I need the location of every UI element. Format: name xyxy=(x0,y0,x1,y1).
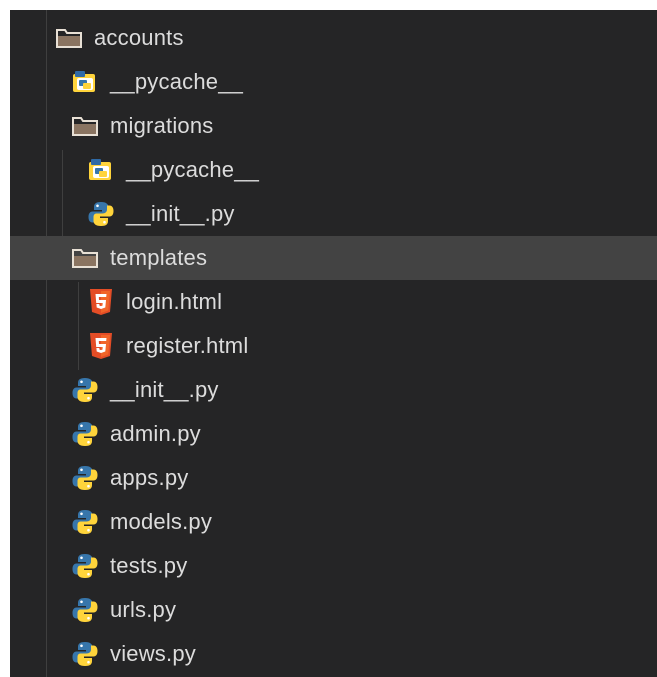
tree-item-apps[interactable]: apps.py xyxy=(10,456,657,500)
tree-item-accounts[interactable]: accounts xyxy=(10,16,657,60)
html5-icon xyxy=(86,331,116,361)
tree-item-label: __pycache__ xyxy=(126,157,260,182)
html5-icon xyxy=(86,287,116,317)
python-icon xyxy=(70,375,100,405)
python-icon xyxy=(70,595,100,625)
tree-item-register-html[interactable]: register.html xyxy=(10,324,657,368)
python-icon xyxy=(70,463,100,493)
tree-item-init[interactable]: __init__.py xyxy=(10,368,657,412)
file-explorer: accounts __pycache__ migrations __pycach… xyxy=(10,10,657,677)
tree-item-label: __init__.py xyxy=(126,201,235,226)
tree-item-login-html[interactable]: login.html xyxy=(10,280,657,324)
tree-item-migrations-init[interactable]: __init__.py xyxy=(10,192,657,236)
tree-item-views[interactable]: views.py xyxy=(10,632,657,676)
folder-icon xyxy=(70,111,100,141)
tree-item-label: tests.py xyxy=(110,553,188,578)
python-icon xyxy=(70,419,100,449)
tree-item-label: admin.py xyxy=(110,421,201,446)
tree-item-pycache[interactable]: __pycache__ xyxy=(10,60,657,104)
tree-item-urls[interactable]: urls.py xyxy=(10,588,657,632)
tree-item-migrations[interactable]: migrations xyxy=(10,104,657,148)
python-icon xyxy=(70,551,100,581)
pycache-folder-icon xyxy=(70,67,100,97)
tree-item-templates[interactable]: templates xyxy=(10,236,657,280)
tree-item-label: login.html xyxy=(126,289,223,314)
tree-item-label: urls.py xyxy=(110,597,177,622)
tree-item-label: __init__.py xyxy=(110,377,219,402)
tree-item-label: migrations xyxy=(110,113,214,138)
tree-item-label: apps.py xyxy=(110,465,189,490)
tree-item-label: views.py xyxy=(110,641,196,666)
tree-item-label: register.html xyxy=(126,333,249,358)
tree-item-admin[interactable]: admin.py xyxy=(10,412,657,456)
python-icon xyxy=(70,639,100,669)
tree-item-models[interactable]: models.py xyxy=(10,500,657,544)
tree-item-label: templates xyxy=(110,245,208,270)
python-icon xyxy=(70,507,100,537)
pycache-folder-icon xyxy=(86,155,116,185)
tree-item-label: models.py xyxy=(110,509,213,534)
tree-item-label: accounts xyxy=(94,25,184,50)
folder-icon xyxy=(70,243,100,273)
tree-item-tests[interactable]: tests.py xyxy=(10,544,657,588)
folder-icon xyxy=(54,23,84,53)
tree-item-migrations-pycache[interactable]: __pycache__ xyxy=(10,148,657,192)
python-icon xyxy=(86,199,116,229)
tree-item-label: __pycache__ xyxy=(110,69,244,94)
